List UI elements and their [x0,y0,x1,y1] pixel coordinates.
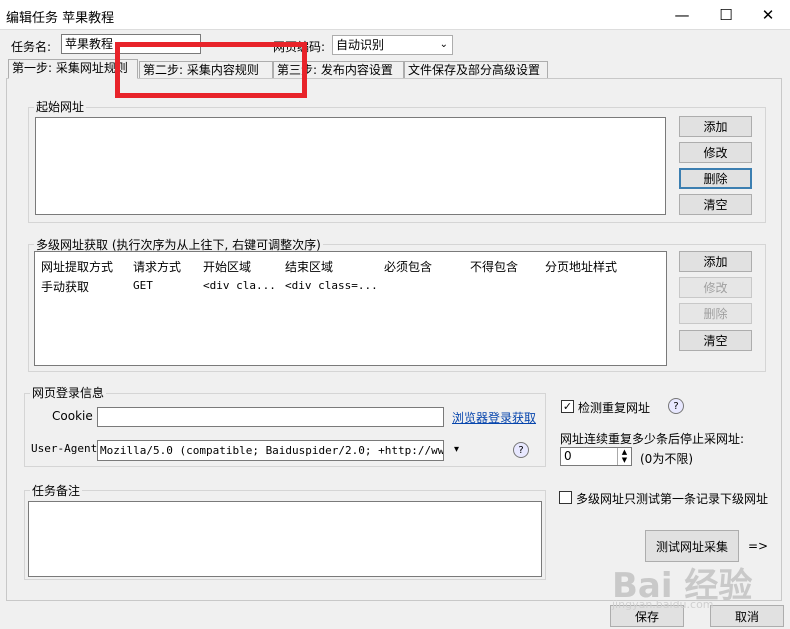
title-bar: 编辑任务 苹果教程 — ☐ ✕ [0,0,790,30]
tab-advanced[interactable]: 文件保存及部分高级设置 [404,61,548,79]
multi-url-add-button[interactable]: 添加 [679,251,752,272]
dup-stop-spinner[interactable]: 0 ▲ ▼ [560,447,632,466]
column-header[interactable]: 分页地址样式 [545,258,617,275]
maximize-icon[interactable]: ☐ [704,0,748,30]
task-name-label: 任务名: [11,40,52,54]
dropdown-icon[interactable]: ▾ [454,444,459,455]
multi-test-first-label: 多级网址只测试第一条记录下级网址 [576,492,769,506]
user-agent-input[interactable]: Mozilla/5.0 (compatible; Baiduspider/2.0… [97,440,444,461]
table-cell: <div class=... [285,279,378,292]
cookie-label: Cookie [52,409,93,423]
minimize-icon[interactable]: — [660,0,704,30]
start-url-delete-button[interactable]: 删除 [679,168,752,189]
user-agent-label: User-Agent [31,442,98,455]
chevron-down-icon: ⌄ [439,39,448,50]
multi-url-delete-button[interactable]: 删除 [679,303,752,324]
window-title: 编辑任务 苹果教程 [6,11,115,26]
column-header[interactable]: 不得包含 [470,258,518,275]
encoding-value: 自动识别 [336,38,385,52]
start-url-list[interactable] [35,117,666,215]
start-url-add-button[interactable]: 添加 [679,116,752,137]
arrow-icon: => [748,539,769,553]
column-header[interactable]: 结束区域 [285,258,333,275]
start-url-edit-button[interactable]: 修改 [679,142,752,163]
table-cell: <div cla... [203,279,276,292]
multi-url-edit-button[interactable]: 修改 [679,277,752,298]
dup-stop-label: 网址连续重复多少条后停止采网址: [560,432,745,446]
help-icon[interactable]: ? [668,398,684,414]
table-cell: GET [133,279,153,292]
cancel-button[interactable]: 取消 [710,605,784,627]
watermark-url: jingyan.baidu.com [612,598,714,611]
multi-url-table[interactable]: 网址提取方式 请求方式 开始区域 结束区域 必须包含 不得包含 分页地址样式 手… [34,251,667,366]
start-url-clear-button[interactable]: 清空 [679,194,752,215]
column-header[interactable]: 网址提取方式 [41,258,113,275]
close-icon[interactable]: ✕ [746,0,790,30]
note-group-label: 任务备注 [30,482,83,499]
browser-login-link[interactable]: 浏览器登录获取 [452,409,536,426]
multi-test-first-checkbox[interactable] [559,491,572,504]
dup-stop-value: 0 [564,449,572,463]
encoding-select[interactable]: 自动识别 ⌄ [332,35,453,55]
multi-url-clear-button[interactable]: 清空 [679,330,752,351]
table-cell: 手动获取 [41,280,90,294]
column-header[interactable]: 必须包含 [384,258,432,275]
highlight-box [115,42,307,98]
column-header[interactable]: 开始区域 [203,258,251,275]
note-textarea[interactable] [28,501,542,577]
check-duplicate-label: 检测重复网址 [578,401,651,415]
column-header[interactable]: 请求方式 [133,258,181,275]
cookie-input[interactable] [97,407,444,427]
login-group-label: 网页登录信息 [30,384,107,401]
spinner-arrows-icon[interactable]: ▲ ▼ [617,448,631,465]
dup-stop-hint: (0为不限) [640,452,693,466]
check-duplicate-checkbox[interactable]: ✓ [561,400,574,413]
help-icon[interactable]: ? [513,442,529,458]
start-url-group-label: 起始网址 [34,98,87,115]
